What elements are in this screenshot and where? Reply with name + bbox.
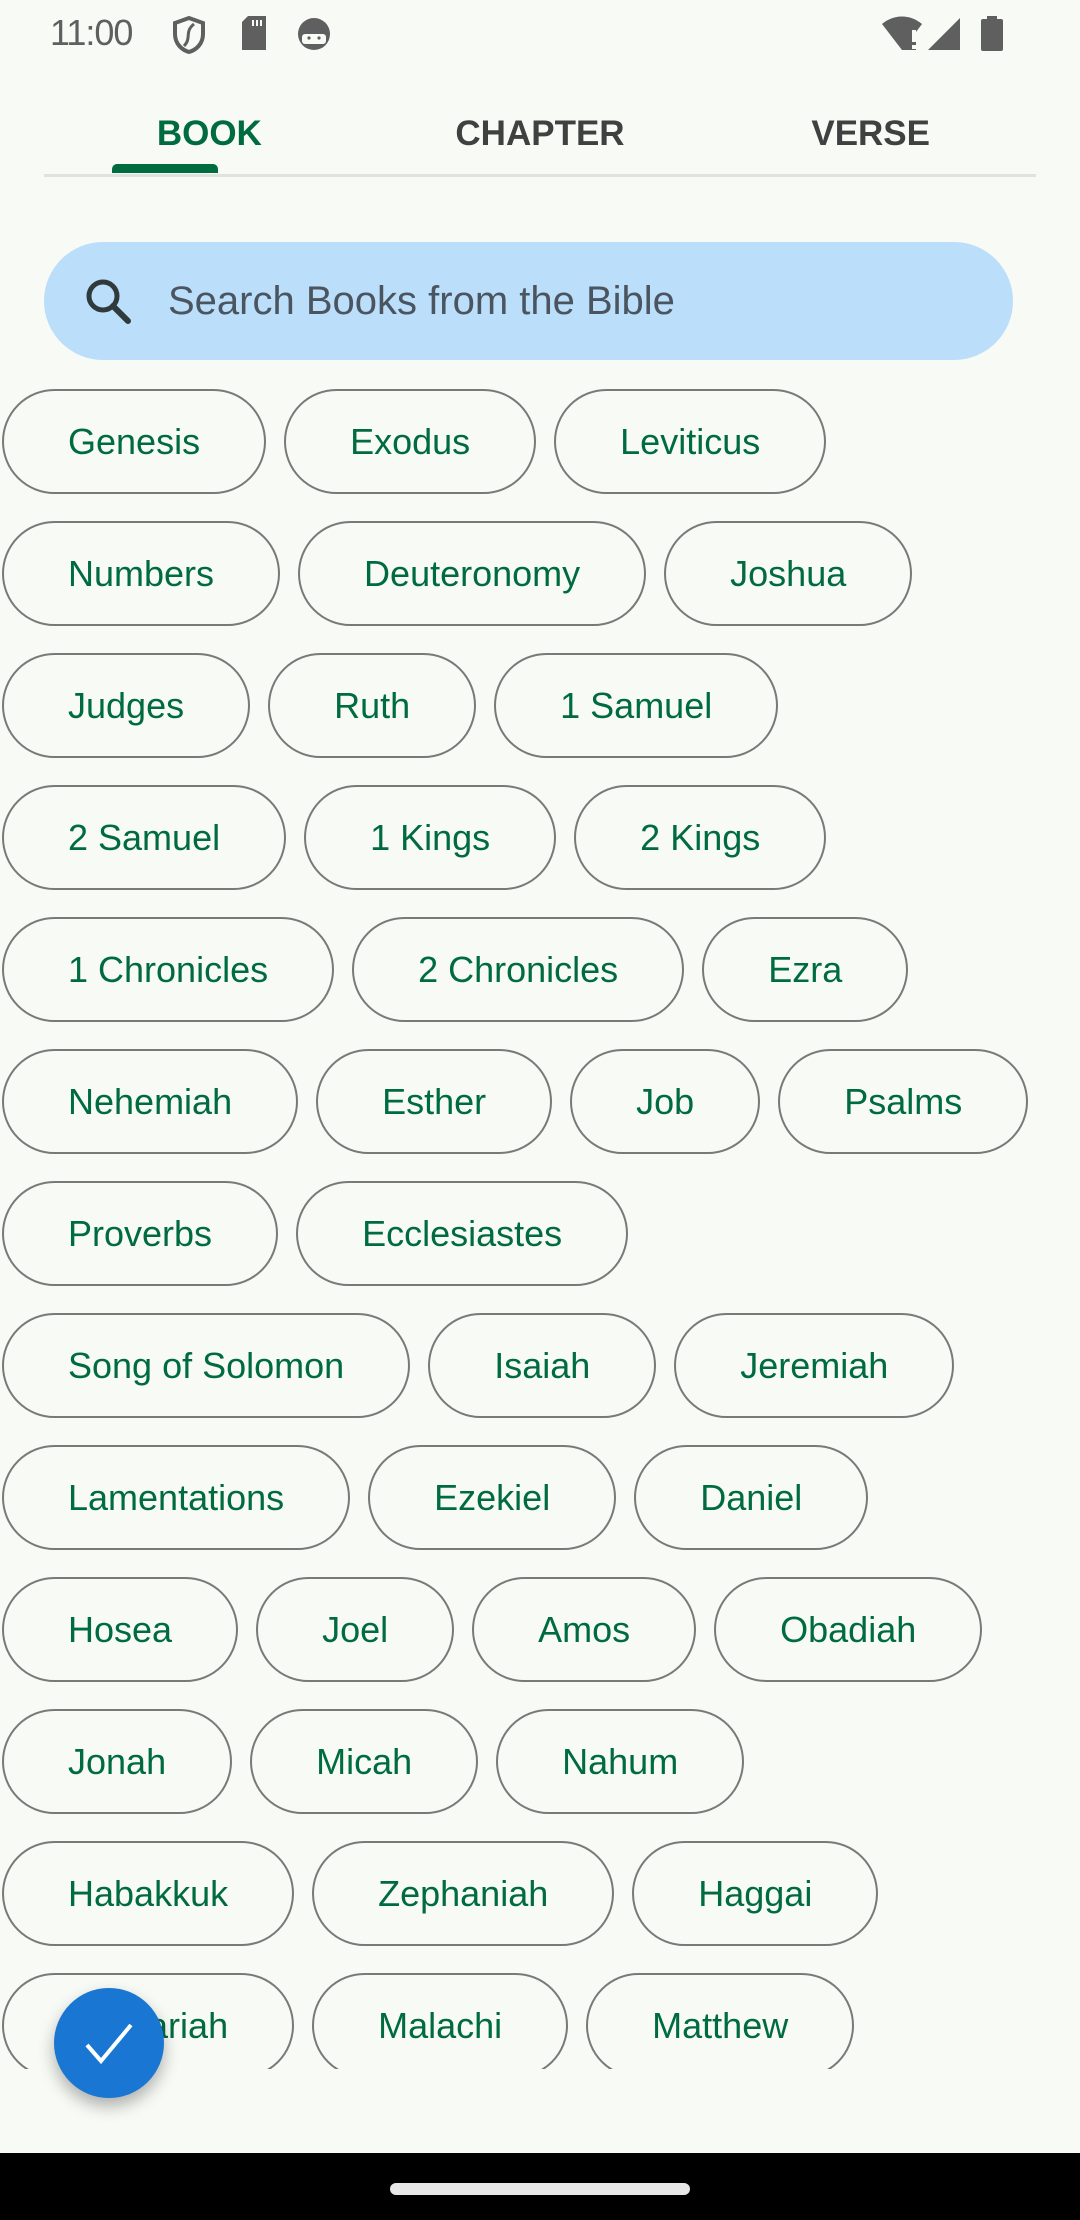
- book-chip[interactable]: Proverbs: [2, 1181, 279, 1286]
- book-chip[interactable]: Nahum: [496, 1709, 745, 1814]
- book-chip[interactable]: Matthew: [586, 1973, 855, 2069]
- screen: 11:00 BOOK CHAPTER VERSE GenesisExodusLe…: [0, 0, 1080, 2153]
- book-chip[interactable]: Micah: [250, 1709, 479, 1814]
- chip-row: 1 Chronicles 2 Chronicles Ezra: [0, 917, 1080, 1049]
- chip-row: Habakkuk Zephaniah Haggai: [0, 1841, 1080, 1973]
- status-bar: 11:00: [0, 0, 1080, 68]
- book-chip[interactable]: Hosea: [2, 1577, 239, 1682]
- book-chip[interactable]: Numbers: [2, 521, 281, 626]
- book-chip[interactable]: Leviticus: [554, 389, 827, 494]
- sd-card-icon: [242, 16, 266, 50]
- battery-icon: [981, 16, 1003, 51]
- cellular-signal-icon: [928, 18, 960, 50]
- book-chip[interactable]: 1 Samuel: [494, 653, 779, 758]
- book-chip[interactable]: Psalms: [778, 1049, 1029, 1154]
- book-chip[interactable]: Song of Solomon: [2, 1313, 411, 1418]
- book-chip[interactable]: Exodus: [284, 389, 537, 494]
- android-face-icon: [298, 18, 330, 50]
- active-tab-indicator: [112, 164, 218, 173]
- book-chip[interactable]: 2 Kings: [574, 785, 827, 890]
- tab-book[interactable]: BOOK: [44, 100, 375, 174]
- chip-row: Hosea Joel Amos Obadiah: [0, 1577, 1080, 1709]
- chip-row: Genesis Exodus Leviticus: [0, 389, 1080, 521]
- chip-row: Nehemiah Esther Job Psalms: [0, 1049, 1080, 1181]
- wifi-alert-icon: [882, 16, 922, 50]
- book-chip[interactable]: Habakkuk: [2, 1841, 295, 1946]
- chip-row: Song of Solomon Isaiah Jeremiah: [0, 1313, 1080, 1445]
- search-input[interactable]: [166, 277, 950, 325]
- book-chip[interactable]: Ecclesiastes: [296, 1181, 629, 1286]
- book-chip[interactable]: 1 Chronicles: [2, 917, 335, 1022]
- book-chip[interactable]: 2 Chronicles: [352, 917, 685, 1022]
- book-chip[interactable]: Genesis: [2, 389, 267, 494]
- book-chip[interactable]: Judges: [2, 653, 251, 758]
- book-chip[interactable]: Ezra: [702, 917, 909, 1022]
- tab-verse[interactable]: VERSE: [705, 100, 1036, 174]
- chip-row: Jonah Micah Nahum: [0, 1709, 1080, 1841]
- book-chip[interactable]: Lamentations: [2, 1445, 351, 1550]
- search-bar[interactable]: [44, 242, 1013, 360]
- tab-chapter[interactable]: CHAPTER: [375, 100, 706, 174]
- book-chip[interactable]: Isaiah: [428, 1313, 657, 1418]
- book-chip[interactable]: Jonah: [2, 1709, 233, 1814]
- chip-row: Lamentations Ezekiel Daniel: [0, 1445, 1080, 1577]
- status-time: 11:00: [50, 12, 133, 53]
- book-chip[interactable]: Jeremiah: [674, 1313, 955, 1418]
- book-chip[interactable]: Malachi: [312, 1973, 569, 2069]
- book-chip[interactable]: Ezekiel: [368, 1445, 617, 1550]
- book-chip[interactable]: Joel: [256, 1577, 455, 1682]
- book-chip[interactable]: 2 Samuel: [2, 785, 287, 890]
- chip-row: Proverbs Ecclesiastes: [0, 1181, 1080, 1313]
- book-chip[interactable]: Deuteronomy: [298, 521, 647, 626]
- chip-row: 2 Samuel 1 Kings 2 Kings: [0, 785, 1080, 917]
- chip-row: Judges Ruth 1 Samuel: [0, 653, 1080, 785]
- search-icon: [86, 279, 131, 324]
- book-chip[interactable]: Zephaniah: [312, 1841, 615, 1946]
- system-nav-bar: [0, 2153, 1080, 2220]
- book-chip[interactable]: Ruth: [268, 653, 477, 758]
- book-chip[interactable]: Haggai: [632, 1841, 879, 1946]
- book-chip[interactable]: Job: [570, 1049, 761, 1154]
- confirm-fab[interactable]: [54, 1988, 164, 2098]
- chip-row: Numbers Deuteronomy Joshua: [0, 521, 1080, 653]
- book-chip[interactable]: 1 Kings: [304, 785, 557, 890]
- book-chip[interactable]: Esther: [316, 1049, 553, 1154]
- book-chip-list[interactable]: Genesis Exodus Leviticus Numbers Deuteronomy…: [0, 389, 1080, 2069]
- shield-icon: [173, 16, 205, 54]
- book-chip[interactable]: Joshua: [664, 521, 913, 626]
- book-chip[interactable]: Nehemiah: [2, 1049, 299, 1154]
- book-chip[interactable]: Daniel: [634, 1445, 869, 1550]
- check-icon: [85, 2023, 133, 2065]
- book-chip[interactable]: Obadiah: [714, 1577, 983, 1682]
- home-gesture-handle[interactable]: [390, 2183, 690, 2195]
- book-chip[interactable]: Amos: [472, 1577, 697, 1682]
